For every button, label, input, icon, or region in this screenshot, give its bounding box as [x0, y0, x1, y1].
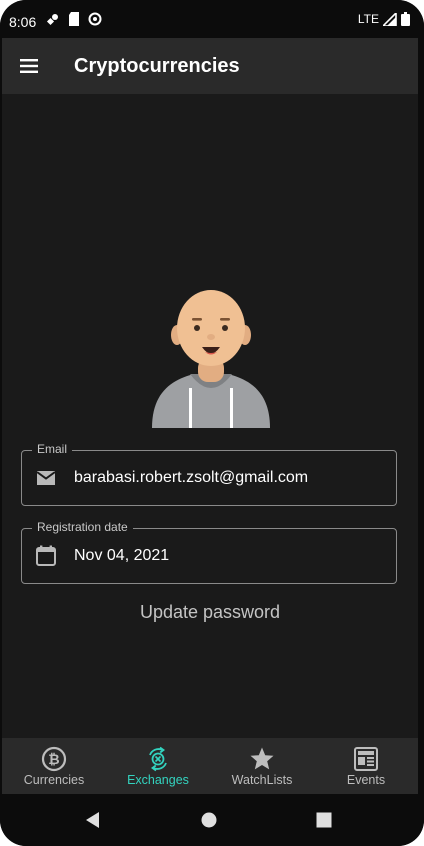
email-field-label: Email [32, 442, 73, 456]
nav-label-events: Events [346, 773, 386, 787]
registration-date-field[interactable]: Registration date Nov 04, 2021 [21, 520, 397, 584]
home-icon[interactable] [200, 811, 218, 829]
sd-card-icon [69, 12, 79, 26]
registration-date-value: Nov 04, 2021 [74, 547, 170, 564]
status-system-icons: LTE [358, 12, 410, 26]
bottom-navigation: ₿ Currencies Exchanges WatchLists Events [2, 738, 418, 794]
email-value: barabasi.robert.zsolt@gmail.com [74, 469, 309, 486]
newspaper-icon [354, 747, 378, 771]
system-navigation-bar [0, 794, 424, 846]
calendar-icon [36, 545, 56, 566]
nav-label-watchlists: WatchLists [231, 773, 293, 787]
svg-text:₿: ₿ [48, 751, 59, 767]
status-notification-icons [46, 12, 102, 26]
status-time: 8:06 [9, 14, 37, 30]
update-password-button[interactable]: Update password [2, 602, 418, 623]
nav-item-watchlists[interactable]: WatchLists [210, 738, 314, 794]
email-field[interactable]: Email barabasi.robert.zsolt@gmail.com [21, 442, 397, 506]
page-title: Cryptocurrencies [74, 55, 240, 77]
status-bar: 8:06 LTE [0, 0, 424, 38]
do-not-disturb-icon [88, 12, 102, 26]
signal-icon [383, 12, 397, 26]
email-icon [36, 471, 56, 485]
registration-date-field-label: Registration date [32, 520, 133, 534]
nav-item-events[interactable]: Events [314, 738, 418, 794]
network-type: LTE [357, 12, 379, 26]
exchange-icon [149, 746, 167, 772]
app-bar: Cryptocurrencies [2, 38, 418, 94]
nav-item-currencies[interactable]: ₿ Currencies [2, 738, 106, 794]
hamburger-menu-icon[interactable] [19, 56, 39, 76]
nav-label-exchanges: Exchanges [127, 773, 189, 787]
profile-content: Email barabasi.robert.zsolt@gmail.com Re… [2, 94, 418, 738]
avatar [152, 290, 270, 428]
recents-icon[interactable] [315, 811, 333, 829]
star-icon [250, 747, 274, 770]
back-icon[interactable] [84, 811, 102, 829]
bitcoin-icon: ₿ [41, 746, 67, 772]
settings-sync-icon [46, 14, 58, 26]
battery-icon [401, 12, 410, 26]
phone-screen: 8:06 LTE Cryptocurrencies Email barabasi… [0, 0, 424, 846]
nav-item-exchanges[interactable]: Exchanges [106, 738, 210, 794]
nav-label-currencies: Currencies [23, 773, 85, 787]
